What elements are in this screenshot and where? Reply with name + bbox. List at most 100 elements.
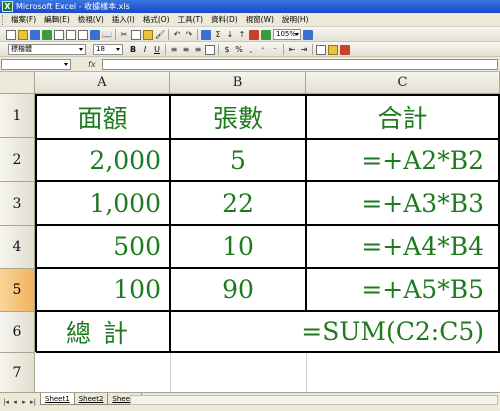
prev-sheet-icon[interactable]: ◂ (11, 397, 19, 407)
last-sheet-icon[interactable]: ▸| (29, 397, 37, 407)
chart-wizard-icon[interactable] (249, 29, 259, 40)
sheet-tab-2[interactable]: Sheet2 (73, 393, 109, 405)
align-right-icon[interactable]: ≡ (193, 45, 203, 55)
select-all-corner[interactable] (0, 72, 35, 94)
zoom-select[interactable]: 105% (273, 29, 301, 40)
spelling-icon[interactable] (90, 29, 100, 40)
print-icon[interactable] (66, 29, 76, 40)
fill-color-icon[interactable] (328, 44, 338, 55)
row-header-6[interactable]: 6 (0, 312, 35, 353)
menu-tools[interactable]: 工具(T) (174, 13, 207, 27)
decrease-decimal-icon[interactable]: ⁻ (270, 45, 280, 55)
empty-row-7[interactable] (36, 353, 500, 392)
formula-bar: fx (0, 57, 500, 72)
column-header-c[interactable]: C (306, 72, 500, 94)
currency-button[interactable]: $ (222, 44, 232, 55)
paste-icon[interactable] (143, 29, 153, 40)
cell-b4[interactable]: 10 (171, 226, 307, 269)
help-icon[interactable] (303, 29, 313, 40)
underline-button[interactable]: U (152, 44, 162, 55)
redo-icon[interactable]: ↷ (184, 30, 194, 40)
autosum-icon[interactable]: Σ (213, 30, 223, 40)
menu-view[interactable]: 檢視(V) (74, 13, 108, 27)
next-sheet-icon[interactable]: ▸ (20, 397, 28, 407)
formatting-toolbar: 標楷體 18 B I U ≡ ≡ ≡ $ % , ⁺ ⁻ ⇤ ⇥ (0, 42, 500, 57)
menu-help[interactable]: 說明(H) (278, 13, 313, 27)
menu-data[interactable]: 資料(D) (207, 13, 242, 27)
window-title: Microsoft Excel - 收據樣本.xls (16, 2, 130, 11)
percent-button[interactable]: % (234, 44, 244, 55)
menu-edit[interactable]: 編輯(E) (40, 13, 74, 27)
toolbar-separator (197, 29, 198, 40)
first-sheet-icon[interactable]: |◂ (2, 397, 10, 407)
decrease-indent-icon[interactable]: ⇤ (287, 45, 297, 55)
copy-icon[interactable] (131, 29, 141, 40)
comma-style-icon[interactable]: , (246, 45, 256, 55)
row-header-3[interactable]: 3 (0, 182, 35, 226)
drawing-icon[interactable] (261, 29, 271, 40)
permission-icon[interactable] (42, 29, 52, 40)
sheet-tab-1[interactable]: Sheet1 (40, 393, 75, 405)
borders-icon[interactable] (316, 44, 326, 55)
horizontal-scrollbar[interactable] (130, 395, 498, 405)
column-header-a[interactable]: A (35, 72, 170, 94)
new-icon[interactable] (6, 29, 16, 40)
sort-descending-icon[interactable]: ↑ (237, 30, 247, 40)
merge-center-icon[interactable] (205, 44, 215, 55)
cell-a4[interactable]: 500 (36, 226, 171, 269)
sheet-tab-bar: |◂ ◂ ▸ ▸| Sheet1 Sheet2 Sheet3 (0, 392, 500, 411)
menu-window[interactable]: 視窗(W) (242, 13, 278, 27)
print-preview-icon[interactable] (78, 29, 88, 40)
cell-c5[interactable]: =+A5*B5 (307, 269, 500, 312)
row-header-2[interactable]: 2 (0, 138, 35, 182)
increase-indent-icon[interactable]: ⇥ (299, 45, 309, 55)
increase-decimal-icon[interactable]: ⁺ (258, 45, 268, 55)
font-color-icon[interactable] (340, 44, 350, 55)
cell-a3[interactable]: 1,000 (36, 182, 171, 226)
name-box[interactable] (1, 59, 71, 70)
cell-b1[interactable]: 張數 (171, 96, 307, 140)
fx-icon[interactable]: fx (88, 58, 96, 71)
font-size-select[interactable]: 18 (93, 44, 123, 55)
format-painter-icon[interactable]: 🖌 (155, 30, 165, 40)
bold-button[interactable]: B (128, 44, 138, 55)
menu-insert[interactable]: 插入(I) (108, 13, 139, 27)
hyperlink-icon[interactable] (201, 29, 211, 40)
cell-b3[interactable]: 22 (171, 182, 307, 226)
email-icon[interactable] (54, 29, 64, 40)
formula-input[interactable] (102, 59, 498, 70)
column-header-b[interactable]: B (170, 72, 306, 94)
cell-c1[interactable]: 合計 (307, 96, 500, 140)
undo-icon[interactable]: ↶ (172, 30, 182, 40)
row-header-1[interactable]: 1 (0, 94, 35, 138)
row-header-4[interactable]: 4 (0, 226, 35, 269)
row-header-5[interactable]: 5 (0, 269, 35, 312)
cell-c2[interactable]: =+A2*B2 (307, 140, 500, 182)
cut-icon[interactable]: ✂ (119, 30, 129, 40)
align-center-icon[interactable]: ≡ (181, 45, 191, 55)
cell-a2[interactable]: 2,000 (36, 140, 171, 182)
cell-a6[interactable]: 總計 (36, 312, 171, 353)
align-left-icon[interactable]: ≡ (169, 45, 179, 55)
menu-file[interactable]: 檔案(F) (7, 13, 40, 27)
toolbar-grip (2, 15, 5, 25)
research-icon[interactable]: 📖 (102, 30, 112, 40)
cell-c4[interactable]: =+A4*B4 (307, 226, 500, 269)
save-icon[interactable] (30, 29, 40, 40)
sort-ascending-icon[interactable]: ↓ (225, 30, 235, 40)
italic-button[interactable]: I (140, 44, 150, 55)
font-select[interactable]: 標楷體 (8, 44, 86, 55)
menu-format[interactable]: 格式(O) (139, 13, 174, 27)
cell-c6[interactable]: =SUM(C2:C5) (171, 312, 500, 353)
cell-b2[interactable]: 5 (171, 140, 307, 182)
toolbar-separator (283, 44, 284, 55)
toolbar-separator (168, 29, 169, 40)
excel-icon: X (2, 1, 13, 12)
open-icon[interactable] (18, 29, 28, 40)
cell-a1[interactable]: 面額 (36, 96, 171, 140)
cell-a5[interactable]: 100 (36, 269, 171, 312)
cell-c3[interactable]: =+A3*B3 (307, 182, 500, 226)
toolbar-separator (165, 44, 166, 55)
cell-b5[interactable]: 90 (171, 269, 307, 312)
row-header-7[interactable]: 7 (0, 353, 35, 392)
